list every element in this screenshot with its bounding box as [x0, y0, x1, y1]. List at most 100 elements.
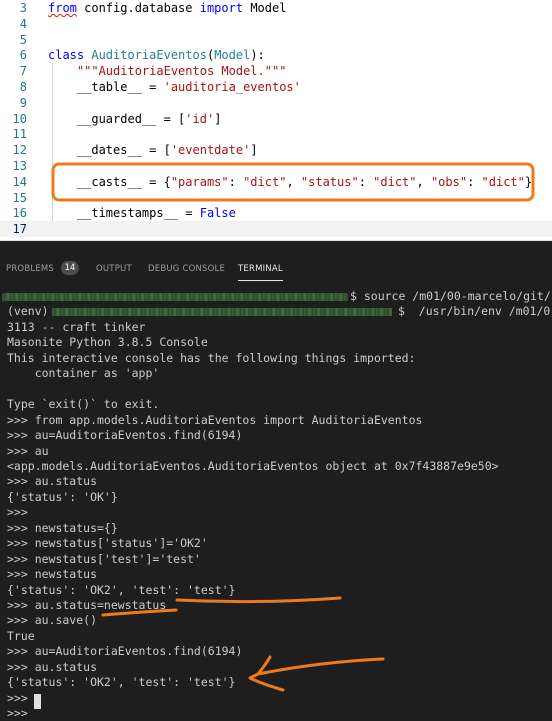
code-token: 'id'	[185, 111, 215, 126]
terminal-prompt-line: $ source /m01/00-marcelo/git/	[350, 289, 551, 303]
code-text: __casts__ = {"params": "dict", "status":…	[48, 174, 532, 190]
terminal-line: This interactive console has the followi…	[7, 350, 416, 365]
code-text: __timestamps__ = False	[48, 205, 236, 221]
terminal-line: {'status': 'OK2', 'test': 'test'}	[7, 582, 236, 597]
code-token: """AuditoriaEventos Model."""	[48, 64, 287, 79]
code-token: "dict"	[481, 174, 525, 189]
redacted-text	[52, 308, 392, 317]
terminal-venv-label: (venv)	[7, 304, 56, 319]
terminal-line: True	[7, 628, 35, 643]
code-text: __dates__ = ['eventdate']	[48, 142, 258, 158]
tab-terminal[interactable]: TERMINAL	[238, 264, 283, 281]
line-number: 9	[19, 95, 27, 110]
terminal-line: >>> newstatus={}	[7, 520, 118, 535]
line-number: 6	[19, 48, 27, 63]
code-text: from config.database import Model	[48, 0, 286, 16]
code-token: __guarded__ = [	[48, 111, 186, 126]
line-number: 17	[12, 222, 27, 237]
code-line[interactable]: 12 __dates__ = ['eventdate']	[0, 142, 552, 158]
line-number: 7	[19, 64, 27, 79]
line-number: 4	[19, 16, 27, 31]
code-line[interactable]: 3 from config.database import Model	[0, 0, 552, 16]
code-line[interactable]: 8 __table__ = 'auditoria_eventos'	[0, 79, 552, 95]
code-line[interactable]: 4	[0, 16, 552, 32]
terminal-line: >>> au.save()	[7, 613, 98, 628]
line-number: 12	[12, 143, 27, 158]
terminal-line: >>>	[7, 690, 28, 705]
tab-output[interactable]: OUTPUT	[96, 264, 132, 274]
code-token: ]	[214, 111, 222, 126]
code-line[interactable]: 9	[0, 95, 552, 111]
terminal-output[interactable]: $ source /m01/00-marcelo/git/ (venv) $ /u…	[0, 289, 552, 721]
line-number: 8	[19, 80, 27, 94]
code-token: __timestamps__ =	[48, 206, 200, 221]
indent-guide	[52, 63, 53, 222]
code-token: "obs"	[430, 174, 468, 189]
line-number: 10	[12, 111, 27, 126]
terminal-line: Masonite Python 3.8.5 Console	[7, 335, 208, 350]
code-token: from	[48, 1, 77, 15]
terminal-line: >>>	[7, 706, 35, 721]
code-token: "dict"	[243, 174, 287, 189]
line-number: 15	[12, 190, 27, 205]
terminal-line: >>> newstatus['status']='OK2'	[7, 536, 208, 551]
code-token: :	[467, 174, 482, 189]
terminal-line: >>> from app.models.AuditoriaEventos imp…	[7, 412, 423, 427]
code-line[interactable]: 17	[0, 221, 552, 238]
terminal-cursor	[34, 694, 41, 709]
code-editor[interactable]: 3 from config.database import Model 4 5 6 cla…	[0, 0, 552, 240]
code-text: """AuditoriaEventos Model."""	[48, 63, 287, 79]
terminal-line: container as 'app'	[7, 366, 160, 381]
terminal-line: >>> au=AuditoriaEventos.find(6194)	[7, 428, 243, 443]
code-line[interactable]: 15	[0, 190, 552, 206]
code-token: __dates__ = [	[48, 143, 171, 158]
code-token: :	[228, 174, 244, 189]
terminal-line: >>>	[7, 505, 28, 520]
code-token: ):	[250, 48, 265, 63]
terminal-line: >>> au.status=newstatus	[7, 598, 167, 612]
code-token: "status"	[300, 174, 359, 189]
code-token: False	[199, 206, 236, 221]
code-line[interactable]: 10 __guarded__ = ['id']	[0, 111, 552, 127]
code-token: Model	[243, 1, 287, 15]
code-text: __guarded__ = ['id']	[48, 111, 222, 127]
code-line[interactable]: 11	[0, 126, 552, 142]
terminal-line: 3113 -- craft tinker	[7, 319, 146, 334]
code-token: 'eventdate'	[170, 143, 251, 158]
code-token: ,	[286, 174, 301, 189]
terminal-line: >>> newstatus	[7, 567, 98, 582]
code-token: import	[199, 1, 244, 15]
editor-panel-divider	[0, 240, 552, 241]
code-token: }	[524, 174, 533, 189]
tab-problems[interactable]: PROBLEMS	[6, 264, 54, 274]
code-token: __casts__ = {	[48, 174, 171, 189]
terminal-line: >>> au	[7, 443, 49, 458]
code-line[interactable]: 6 class AuditoriaEventos(Model):	[0, 47, 552, 63]
terminal-line: Type `exit()` to exit.	[7, 397, 160, 412]
terminal-line: >>> au.status	[7, 474, 98, 489]
terminal-line: <app.models.AuditoriaEventos.AuditoriaEv…	[7, 458, 499, 473]
line-number: 5	[19, 32, 27, 47]
terminal-line: >>> au=AuditoriaEventos.find(6194)	[7, 644, 243, 659]
code-token: AuditoriaEventos	[91, 48, 207, 63]
terminal-prompt-line: $ /usr/bin/env /m01/0	[398, 304, 551, 319]
redacted-text	[2, 293, 348, 301]
code-token: __table__ =	[48, 80, 164, 94]
code-line[interactable]: 14 __casts__ = {"params": "dict", "statu…	[0, 174, 552, 190]
line-number: 16	[12, 206, 27, 221]
line-number: 3	[19, 1, 27, 15]
tab-debug-console[interactable]: DEBUG CONSOLE	[148, 264, 225, 274]
code-line[interactable]: 7 """AuditoriaEventos Model."""	[0, 63, 552, 79]
code-line[interactable]: 16 __timestamps__ = False	[0, 205, 552, 221]
code-token: ]	[250, 143, 258, 158]
code-text: class AuditoriaEventos(Model):	[48, 47, 265, 63]
problems-count-badge: 14	[61, 261, 79, 275]
line-number: 13	[12, 159, 27, 173]
panel-tab-bar: PROBLEMS 14 OUTPUT DEBUG CONSOLE TERMINAL	[0, 256, 552, 282]
terminal-line: >>> au.status	[7, 659, 98, 674]
code-line[interactable]: 5	[0, 32, 552, 48]
code-token: class	[48, 48, 85, 63]
line-number: 11	[12, 127, 27, 142]
terminal-line: {'status': 'OK'}	[7, 489, 118, 504]
code-line[interactable]: 13	[0, 158, 552, 174]
